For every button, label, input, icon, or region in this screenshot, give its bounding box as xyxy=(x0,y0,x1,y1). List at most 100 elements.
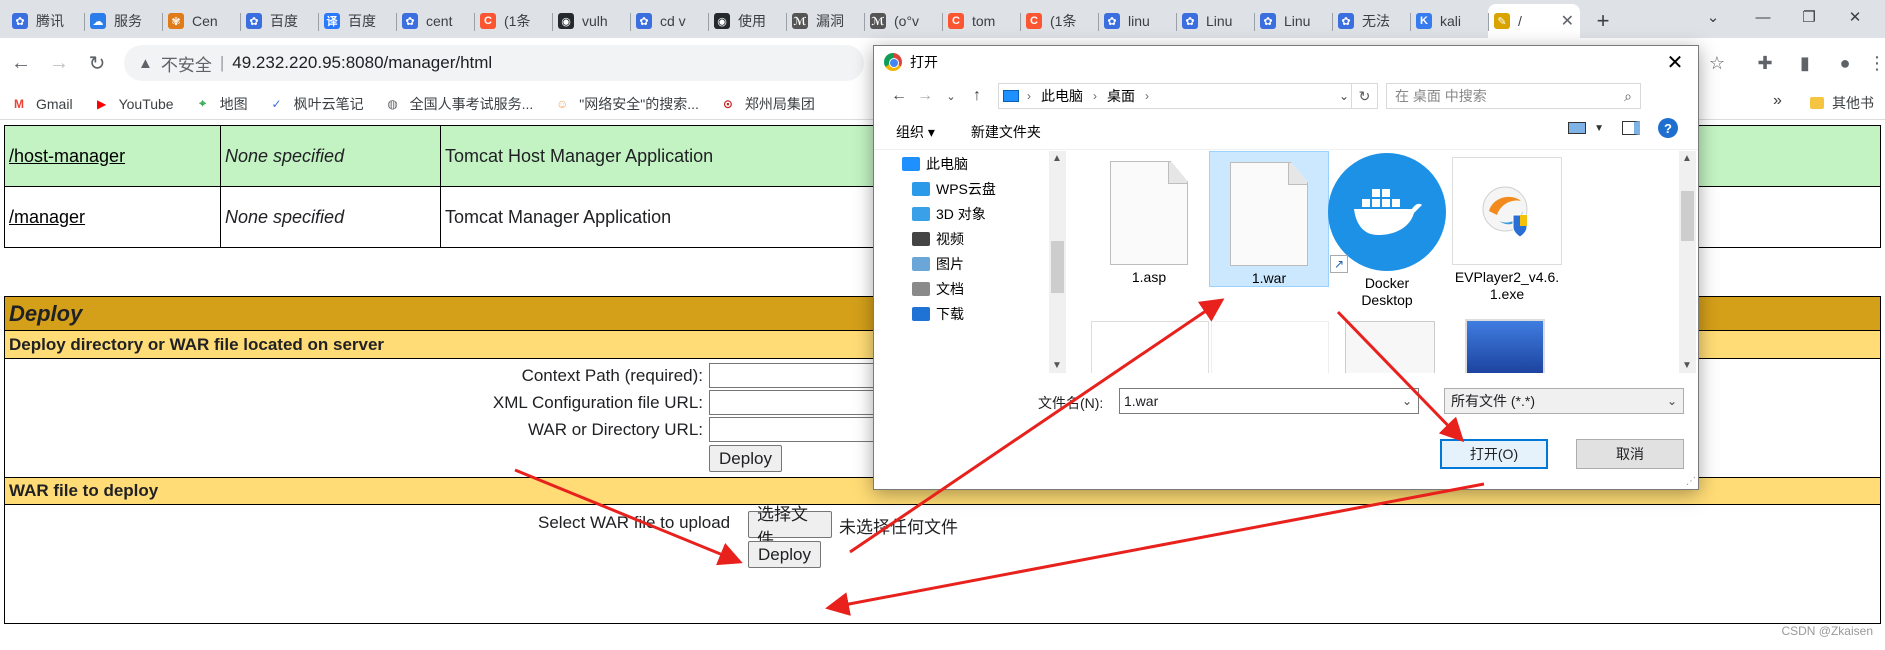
tree-item[interactable]: 文档 xyxy=(874,276,1049,301)
file-item-partial[interactable] xyxy=(1345,321,1435,373)
browser-tab[interactable]: ✿ 百度 xyxy=(240,4,318,38)
file-item[interactable]: EVPlayer2_v4.6.1.exe xyxy=(1447,153,1567,313)
tree-item[interactable]: 3D 对象 xyxy=(874,201,1049,226)
window-close-icon[interactable]: ✕ xyxy=(1832,0,1878,34)
tree-item[interactable]: WPS云盘 xyxy=(874,176,1049,201)
tree-scroll-thumb[interactable] xyxy=(1051,241,1064,293)
menu-icon[interactable]: ⋮ xyxy=(1860,46,1885,80)
deploy-upload-button[interactable]: Deploy xyxy=(748,541,821,568)
resize-grip-icon[interactable]: ⋰ xyxy=(1686,476,1696,487)
file-type-select[interactable]: 所有文件 (*.*) ⌄ xyxy=(1444,388,1684,414)
filename-input[interactable]: 1.war ⌄ xyxy=(1119,388,1419,414)
tree-item[interactable]: 此电脑 xyxy=(874,151,1049,176)
file-item-partial[interactable] xyxy=(1465,319,1545,373)
bookmarks-overflow-icon[interactable]: » xyxy=(1773,92,1782,110)
bookmark-item[interactable]: ✓ 枫叶云笔记 xyxy=(268,94,364,114)
bookmark-item[interactable]: ⌖ 地图 xyxy=(194,94,247,114)
dialog-address-bar[interactable]: › 此电脑 › 桌面 › ⌄ ↻ xyxy=(998,83,1378,109)
file-item-selected[interactable]: 1.war xyxy=(1209,151,1329,287)
bookmark-item[interactable]: ☺ "网络安全"的搜索... xyxy=(553,94,699,114)
dialog-search-input[interactable]: 在 桌面 中搜索 ⌕ xyxy=(1386,83,1641,109)
filename-dropdown-icon[interactable]: ⌄ xyxy=(1402,394,1412,408)
choose-file-button[interactable]: 选择文件 xyxy=(748,505,832,549)
change-view-icon[interactable] xyxy=(1568,122,1587,134)
file-item[interactable]: ↗ Docker Desktop xyxy=(1327,151,1447,311)
scroll-up-icon[interactable]: ▲ xyxy=(1052,153,1062,164)
browser-tab[interactable]: ◉ 使用 xyxy=(708,4,786,38)
app-path-link[interactable]: /manager xyxy=(9,207,85,228)
new-tab-button[interactable]: + xyxy=(1586,4,1620,38)
file-item-partial[interactable] xyxy=(1091,321,1209,373)
browser-tab[interactable]: ℳ 漏洞 xyxy=(786,4,864,38)
browser-tab[interactable]: ✿ Linu xyxy=(1176,4,1254,38)
browser-tab[interactable]: ✿ cent xyxy=(396,4,474,38)
side-panel-icon[interactable]: ▮ xyxy=(1788,46,1822,80)
dialog-refresh-icon[interactable]: ↻ xyxy=(1351,83,1377,109)
bookmark-star-icon[interactable]: ☆ xyxy=(1700,46,1734,80)
view-dropdown-icon[interactable]: ▼ xyxy=(1594,123,1604,134)
tab-label: (1条 xyxy=(504,13,531,29)
browser-tab[interactable]: 译百度 xyxy=(318,4,396,38)
open-button[interactable]: 打开(O) xyxy=(1440,439,1548,469)
dialog-back-icon[interactable]: ← xyxy=(886,87,912,105)
browser-tab[interactable]: ✿ linu xyxy=(1098,4,1176,38)
dialog-close-icon[interactable]: ✕ xyxy=(1660,48,1690,76)
new-folder-button[interactable]: 新建文件夹 xyxy=(971,122,1041,142)
reload-icon[interactable]: ↻ xyxy=(80,46,114,80)
browser-tab[interactable]: C (1条 xyxy=(1020,4,1098,38)
browser-tab[interactable]: ✿ 无法 xyxy=(1332,4,1410,38)
file-scroll-thumb[interactable] xyxy=(1681,191,1694,241)
browser-tab[interactable]: ◉ vulh xyxy=(552,4,630,38)
scroll-down-icon[interactable]: ▼ xyxy=(1682,360,1692,371)
browser-tab[interactable]: ✿ 腾讯 xyxy=(6,4,84,38)
video-icon xyxy=(912,231,930,246)
browser-tab[interactable]: ✿ Linu xyxy=(1254,4,1332,38)
dialog-forward-icon[interactable]: → xyxy=(912,87,938,105)
browser-tab[interactable]: ☁ 服务 xyxy=(84,4,162,38)
forward-icon[interactable]: → xyxy=(42,46,76,80)
browser-tab[interactable]: C (1条 xyxy=(474,4,552,38)
tab-search-icon[interactable]: ⌄ xyxy=(1690,0,1736,34)
scroll-down-icon[interactable]: ▼ xyxy=(1052,360,1062,371)
tree-item[interactable]: 下载 xyxy=(874,301,1049,326)
minimize-icon[interactable]: — xyxy=(1740,0,1786,34)
app-path-link[interactable]: /host-manager xyxy=(9,146,125,167)
bookmark-item[interactable]: ⊙ 郑州局集团 xyxy=(719,94,815,114)
back-icon[interactable]: ← xyxy=(4,46,38,80)
tree-scrollbar[interactable]: ▲ ▼ xyxy=(1049,151,1066,373)
tree-item[interactable]: 图片 xyxy=(874,251,1049,276)
deploy-server-button[interactable]: Deploy xyxy=(709,445,782,472)
restore-icon[interactable]: ❐ xyxy=(1786,0,1832,34)
file-item[interactable]: 1.asp xyxy=(1089,155,1209,287)
file-list-scrollbar[interactable]: ▲ ▼ xyxy=(1679,151,1696,373)
browser-tab[interactable]: Ctom xyxy=(942,4,1020,38)
cancel-button[interactable]: 取消 xyxy=(1576,439,1684,469)
bookmark-item[interactable]: ◍ 全国人事考试服务... xyxy=(384,94,533,114)
file-item-partial[interactable] xyxy=(1211,321,1329,373)
preview-pane-icon[interactable] xyxy=(1622,121,1640,135)
browser-tab[interactable]: ✿ cd v xyxy=(630,4,708,38)
extensions-icon[interactable]: ✚ xyxy=(1748,46,1782,80)
organize-menu[interactable]: 组织 ▾ xyxy=(896,122,935,142)
browser-tab[interactable]: Kkali xyxy=(1410,4,1488,38)
bookmark-item[interactable]: ▶ YouTube xyxy=(93,96,174,112)
browser-tab[interactable]: ✎ / ✕ xyxy=(1488,4,1580,38)
war-dir-input[interactable] xyxy=(709,417,889,442)
browser-tab[interactable]: ✾ Cen xyxy=(162,4,240,38)
breadcrumb-desktop[interactable]: 桌面 xyxy=(1107,86,1135,106)
tab-close-icon[interactable]: ✕ xyxy=(1561,11,1574,31)
context-path-input[interactable] xyxy=(709,363,889,388)
scroll-up-icon[interactable]: ▲ xyxy=(1682,153,1692,164)
xml-config-input[interactable] xyxy=(709,390,889,415)
breadcrumb-this-pc[interactable]: 此电脑 xyxy=(1041,86,1083,106)
other-bookmarks[interactable]: 其他书 xyxy=(1810,93,1874,113)
address-dropdown-icon[interactable]: ⌄ xyxy=(1339,89,1349,103)
up-folder-icon[interactable]: ↑ xyxy=(964,87,990,105)
recent-locations-icon[interactable]: ⌄ xyxy=(938,90,964,103)
profile-avatar-icon[interactable]: ● xyxy=(1828,46,1862,80)
bookmark-item[interactable]: M Gmail xyxy=(10,96,73,112)
address-bar[interactable]: ▲ 不安全 | 49.232.220.95:8080/manager/html xyxy=(124,45,864,81)
browser-tab[interactable]: ℳ (o°v xyxy=(864,4,942,38)
help-icon[interactable]: ? xyxy=(1658,118,1678,138)
tree-item[interactable]: 视频 xyxy=(874,226,1049,251)
